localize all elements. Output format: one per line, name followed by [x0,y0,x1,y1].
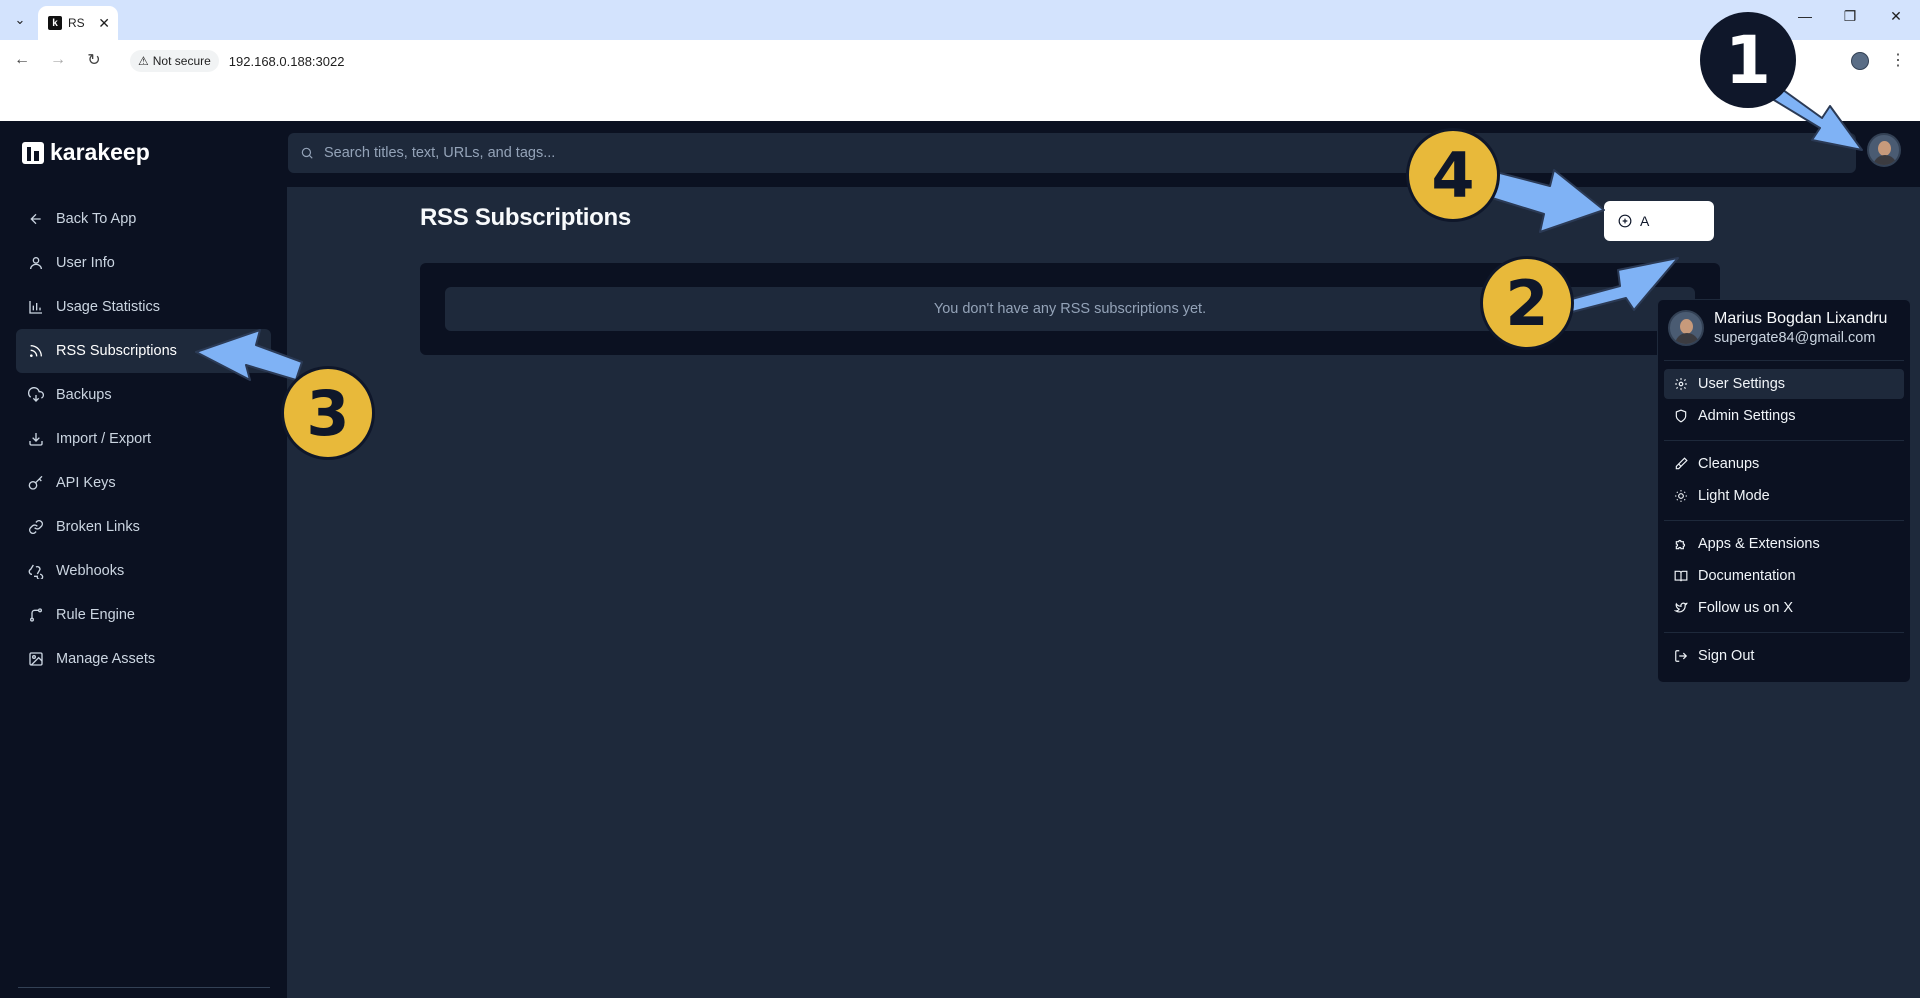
empty-state-message: You don't have any RSS subscriptions yet… [933,301,1207,317]
warning-icon: ⚠ [138,54,149,68]
sidebar: karakeep Back To App User Info Usage Sta… [0,121,287,998]
sidebar-item-manage-assets[interactable]: Manage Assets [16,637,271,681]
cloud-download-icon [28,387,44,402]
user-icon [30,257,42,270]
sidebar-item-backups[interactable]: Backups [16,373,271,417]
image-icon [29,652,43,666]
menu-item-apps-extensions[interactable]: Apps & Extensions [1664,529,1904,559]
karakeep-app: karakeep Back To App User Info Usage Sta… [0,121,1920,998]
menu-item-documentation[interactable]: Documentation [1664,561,1904,591]
restore-icon[interactable]: ❐ [1838,8,1862,25]
search-placeholder: Search titles, text, URLs, and tags... [324,145,556,161]
browser-menu-icon[interactable]: ⋮ [1890,50,1906,70]
tab-title: RS [68,16,85,30]
webhook-icon [28,564,44,579]
search-icon [301,147,313,159]
download-icon [29,433,43,446]
browser-toolbar: ← → ↻ ⚠ Not secure 192.168.0.188:3022 ⋮ [0,40,1920,80]
book-icon [1674,570,1688,582]
sidebar-item-import-export[interactable]: Import / Export [16,417,271,461]
menu-item-follow-x[interactable]: Follow us on X [1664,593,1904,623]
user-dropdown-menu: Marius Bogdan Lixandru supergate84@gmail… [1657,299,1911,683]
sidebar-item-usage-statistics[interactable]: Usage Statistics [16,285,271,329]
step-badge-2: 2 [1480,256,1574,350]
menu-divider [1664,520,1904,521]
menu-item-sign-out[interactable]: Sign Out [1664,641,1904,671]
menu-item-cleanups[interactable]: Cleanups [1664,449,1904,479]
browser-tab[interactable]: k RS ✕ [38,6,118,40]
menu-divider [1664,360,1904,361]
sidebar-divider [18,987,270,988]
logo-text: karakeep [50,139,150,165]
sidebar-item-back-to-app[interactable]: Back To App [16,197,271,241]
minimize-icon[interactable]: — [1793,8,1817,24]
step-badge-3: 3 [281,366,375,460]
twitter-icon [1674,602,1688,613]
plus-circle-icon [1618,214,1632,228]
karakeep-favicon-icon: k [48,16,62,30]
sidebar-item-webhooks[interactable]: Webhooks [16,549,271,593]
page-header-strip [0,80,1920,121]
shield-icon [1675,409,1687,423]
sidebar-item-rule-engine[interactable]: Rule Engine [16,593,271,637]
address-bar[interactable]: ⚠ Not secure 192.168.0.188:3022 [124,46,1834,76]
tab-search-chevron-icon[interactable]: ⌄ [8,9,32,31]
back-icon[interactable]: ← [10,48,34,72]
user-email: supergate84@gmail.com [1714,330,1876,346]
browser-tabstrip: ⌄ k RS ✕ — ❐ ✕ [0,0,1920,40]
user-avatar-button[interactable] [1867,133,1901,167]
menu-divider [1664,440,1904,441]
gear-icon [1675,378,1687,390]
add-subscription-button[interactable]: A [1604,201,1714,241]
sidebar-item-rss-subscriptions[interactable]: RSS Subscriptions [16,329,271,373]
menu-divider [1664,632,1904,633]
menu-item-user-settings[interactable]: User Settings [1664,369,1904,399]
menu-item-light-mode[interactable]: Light Mode [1664,481,1904,511]
page-title: RSS Subscriptions [420,204,631,231]
rss-icon [30,345,42,357]
logo-mark-icon [22,141,44,164]
puzzle-icon [1675,539,1686,550]
karakeep-logo[interactable]: karakeep [22,139,150,166]
key-icon [28,475,43,490]
security-label: Not secure [152,54,211,68]
step-badge-4: 4 [1406,128,1500,222]
search-input[interactable]: Search titles, text, URLs, and tags... [288,133,1856,173]
menu-item-admin-settings[interactable]: Admin Settings [1664,401,1904,431]
sidebar-item-api-keys[interactable]: API Keys [16,461,271,505]
menu-avatar [1668,310,1704,346]
settings-nav: Back To App User Info Usage Statistics R… [16,197,271,681]
security-chip[interactable]: ⚠ Not secure [130,50,219,72]
sun-icon [1675,490,1687,502]
reload-icon[interactable]: ↻ [82,48,106,72]
menu-user-header: Marius Bogdan Lixandru supergate84@gmail… [1668,310,1887,346]
sidebar-item-user-info[interactable]: User Info [16,241,271,285]
link-icon [29,520,43,534]
close-window-icon[interactable]: ✕ [1884,8,1908,25]
arrow-left-icon [30,213,41,225]
url-text: 192.168.0.188:3022 [228,53,345,69]
bar-chart-icon [29,301,42,314]
step-badge-1: 1 [1700,12,1796,108]
log-out-icon [1675,650,1688,662]
profile-avatar-icon[interactable] [1851,52,1869,70]
user-name: Marius Bogdan Lixandru [1714,310,1888,327]
git-branch-icon [30,608,42,622]
sidebar-item-broken-links[interactable]: Broken Links [16,505,271,549]
paintbrush-icon [1675,457,1688,470]
close-tab-icon[interactable]: ✕ [98,15,110,32]
forward-icon[interactable]: → [46,48,70,72]
